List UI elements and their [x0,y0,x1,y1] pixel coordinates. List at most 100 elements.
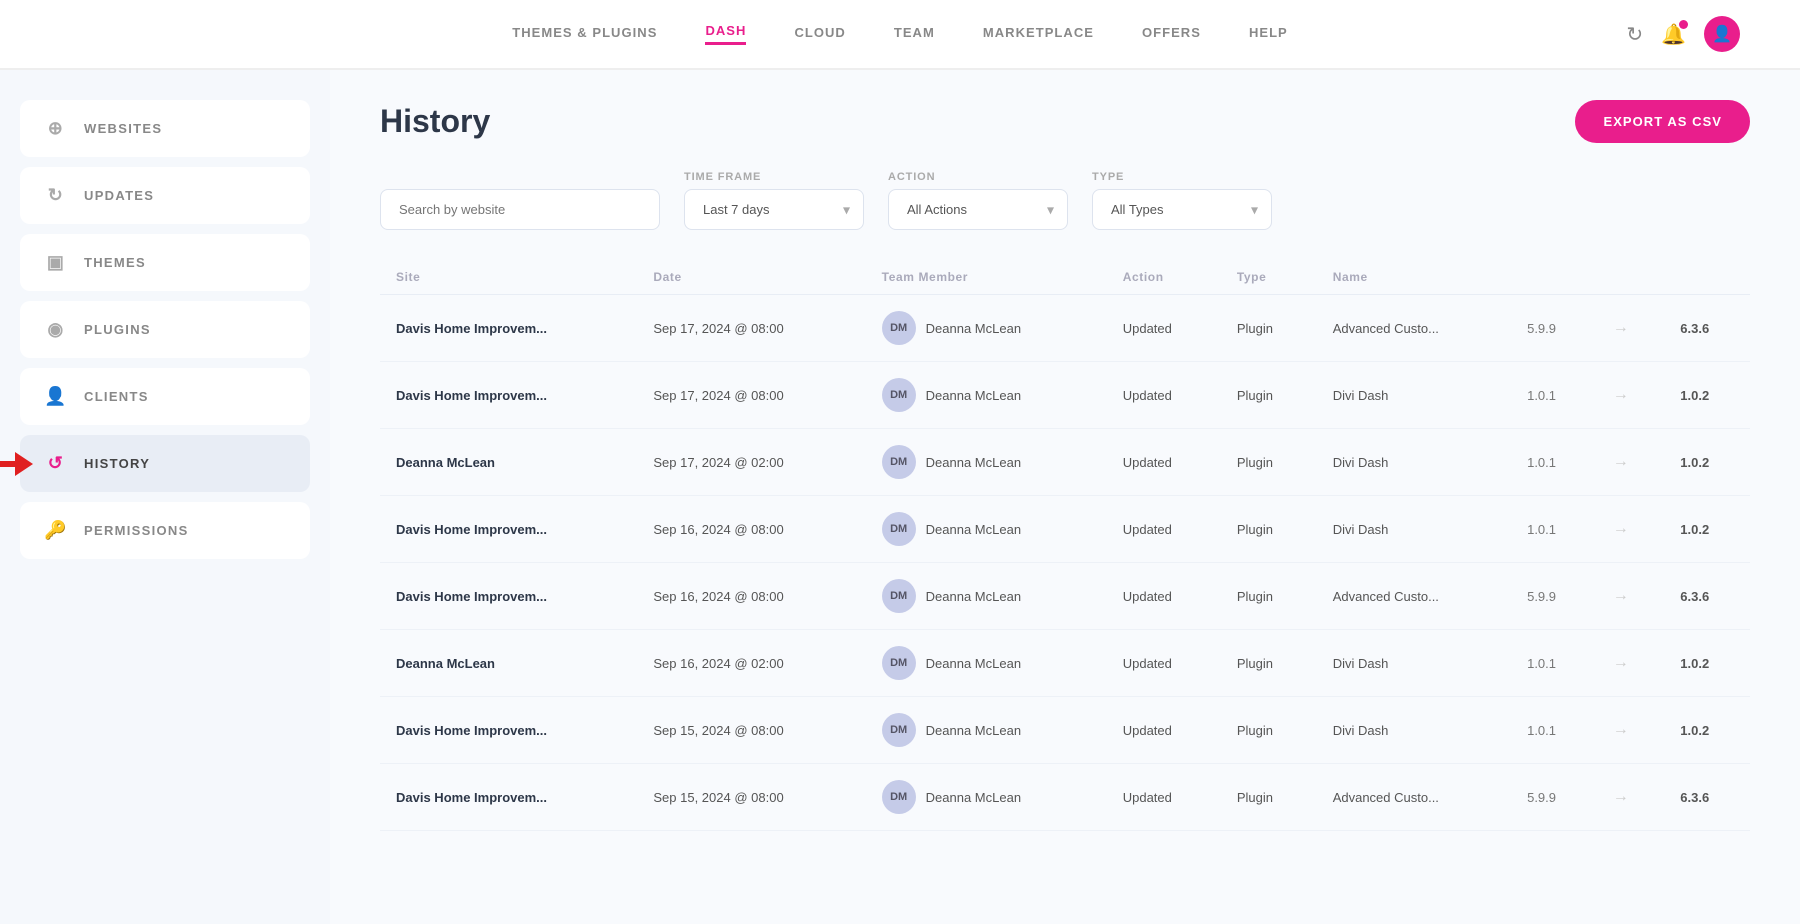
member-name: Deanna McLean [926,723,1021,738]
top-navigation: THEMES & PLUGINS DASH CLOUD TEAM MARKETPLACE… [0,0,1800,70]
version-from: 1.0.1 [1527,522,1556,537]
version-to: 6.3.6 [1680,321,1709,336]
cell-version-from: 5.9.9 [1511,764,1597,831]
nav-link-offers[interactable]: OFFERS [1142,25,1201,44]
cell-type: Plugin [1221,563,1317,630]
sidebar-item-clients[interactable]: 👤CLIENTS [20,368,310,425]
cell-action: Updated [1107,295,1221,362]
col-empty [1511,260,1597,295]
cell-version-from: 5.9.9 [1511,295,1597,362]
cell-member: DM Deanna McLean [866,630,1107,697]
cell-version-from: 5.9.9 [1511,563,1597,630]
nav-link-themes---plugins[interactable]: THEMES & PLUGINS [512,25,657,44]
themes-label: THEMES [84,255,146,270]
bell-icon[interactable]: 🔔 [1661,22,1686,47]
cell-version-to: 1.0.2 [1664,630,1750,697]
cell-member: DM Deanna McLean [866,563,1107,630]
cell-name: Divi Dash [1317,429,1511,496]
col-action: Action [1107,260,1221,295]
cell-type: Plugin [1221,496,1317,563]
cell-action: Updated [1107,630,1221,697]
page-title: History [380,103,490,140]
site-name: Deanna McLean [396,455,495,470]
type-select[interactable]: All TypesPluginThemeCore [1092,189,1272,230]
search-input[interactable] [380,189,660,230]
cell-type: Plugin [1221,429,1317,496]
member-avatar: DM [882,713,916,747]
version-to: 6.3.6 [1680,790,1709,805]
cell-action: Updated [1107,563,1221,630]
nav-link-dash[interactable]: DASH [705,23,746,45]
sidebar-item-permissions[interactable]: 🔑PERMISSIONS [20,502,310,559]
cell-version-from: 1.0.1 [1511,630,1597,697]
permissions-label: PERMISSIONS [84,523,189,538]
cell-action: Updated [1107,362,1221,429]
version-from: 5.9.9 [1527,321,1556,336]
nav-link-team[interactable]: TEAM [894,25,935,44]
sidebar-item-websites[interactable]: ⊕WEBSITES [20,100,310,157]
col-date: Date [637,260,865,295]
table-row: Deanna McLeanSep 17, 2024 @ 02:00 DM Dea… [380,429,1750,496]
cell-site: Davis Home Improvem... [380,295,637,362]
cell-version-to: 1.0.2 [1664,362,1750,429]
table-row: Davis Home Improvem...Sep 17, 2024 @ 08:… [380,295,1750,362]
member-avatar: DM [882,311,916,345]
version-arrow-icon: → [1613,721,1629,738]
timeframe-select[interactable]: Last 7 daysLast 30 daysLast 90 daysAll T… [684,189,864,230]
table-row: Davis Home Improvem...Sep 16, 2024 @ 08:… [380,563,1750,630]
action-select-wrapper: All ActionsUpdatedActivatedDeactivated [888,189,1068,230]
sidebar-item-updates[interactable]: ↻UPDATES [20,167,310,224]
cell-member: DM Deanna McLean [866,429,1107,496]
version-from: 1.0.1 [1527,723,1556,738]
version-arrow-icon: → [1613,587,1629,604]
table-header-row: SiteDateTeam MemberActionTypeName [380,260,1750,295]
sidebar-item-plugins[interactable]: ◉PLUGINS [20,301,310,358]
table-row: Davis Home Improvem...Sep 15, 2024 @ 08:… [380,697,1750,764]
site-name: Davis Home Improvem... [396,589,547,604]
nav-link-cloud[interactable]: CLOUD [794,25,845,44]
team-member-cell: DM Deanna McLean [882,445,1091,479]
cell-version-to: 1.0.2 [1664,697,1750,764]
history-icon: ↺ [44,453,68,474]
member-avatar: DM [882,579,916,613]
cell-version-arrow: → [1597,630,1665,697]
refresh-icon[interactable]: ↻ [1626,22,1643,47]
nav-link-marketplace[interactable]: MARKETPLACE [983,25,1094,44]
cell-version-arrow: → [1597,362,1665,429]
version-arrow-icon: → [1613,386,1629,403]
main-content: History EXPORT AS CSV TIME FRAME Last 7 … [330,70,1800,924]
table-header: SiteDateTeam MemberActionTypeName [380,260,1750,295]
action-select[interactable]: All ActionsUpdatedActivatedDeactivated [888,189,1068,230]
version-from: 5.9.9 [1527,589,1556,604]
themes-icon: ▣ [44,252,68,273]
cell-date: Sep 15, 2024 @ 08:00 [637,764,865,831]
version-arrow-icon: → [1613,319,1629,336]
member-name: Deanna McLean [926,388,1021,403]
cell-name: Advanced Custo... [1317,764,1511,831]
sidebar-item-history[interactable]: ↺HISTORY [20,435,310,492]
version-arrow-icon: → [1613,453,1629,470]
cell-name: Divi Dash [1317,362,1511,429]
cell-member: DM Deanna McLean [866,295,1107,362]
cell-site: Deanna McLean [380,630,637,697]
cell-version-from: 1.0.1 [1511,697,1597,764]
nav-link-help[interactable]: HELP [1249,25,1288,44]
cell-version-to: 6.3.6 [1664,295,1750,362]
cell-site: Davis Home Improvem... [380,362,637,429]
updates-icon: ↻ [44,185,68,206]
cell-name: Divi Dash [1317,496,1511,563]
cell-site: Deanna McLean [380,429,637,496]
export-csv-button[interactable]: EXPORT AS CSV [1575,100,1750,143]
cell-site: Davis Home Improvem... [380,563,637,630]
cell-name: Divi Dash [1317,697,1511,764]
cell-version-arrow: → [1597,697,1665,764]
cell-type: Plugin [1221,295,1317,362]
cell-date: Sep 16, 2024 @ 08:00 [637,496,865,563]
version-to: 1.0.2 [1680,388,1709,403]
cell-type: Plugin [1221,362,1317,429]
member-avatar: DM [882,378,916,412]
user-avatar[interactable]: 👤 [1704,16,1740,52]
action-filter-group: ACTION All ActionsUpdatedActivatedDeacti… [888,171,1068,230]
team-member-cell: DM Deanna McLean [882,780,1091,814]
sidebar-item-themes[interactable]: ▣ THEMES [20,234,310,291]
